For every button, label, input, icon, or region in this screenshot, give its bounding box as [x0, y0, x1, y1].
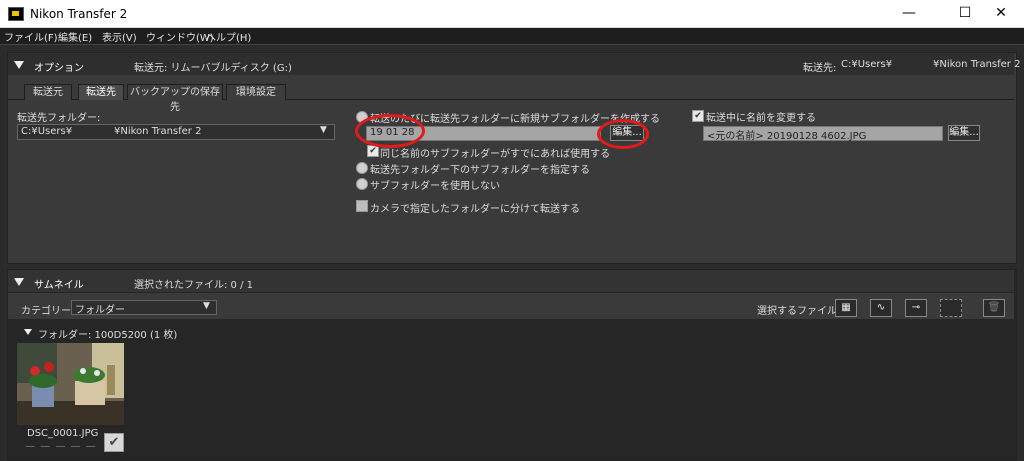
highlight-circle-edit: [597, 119, 649, 149]
folder-label: フォルダー: 100D5200 (1 枚): [38, 330, 178, 341]
select-files-label: 選択するファイル:: [757, 306, 841, 317]
select-all-icon[interactable]: ▦: [835, 299, 857, 317]
category-value: フォルダー: [75, 305, 125, 316]
select-protected-icon[interactable]: ⊸: [905, 299, 927, 317]
selected-files-count: 選択されたファイル: 0 / 1: [134, 280, 253, 291]
tab-preferences[interactable]: 環境設定: [226, 84, 286, 100]
photo-plants-icon: [17, 343, 124, 425]
window-title: Nikon Transfer 2: [30, 7, 128, 21]
same-name-label: 同じ名前のサブフォルダーがすでにあれば使用する: [380, 149, 611, 160]
source-info: 転送元: リムーバブルディスク (G:): [134, 63, 292, 74]
menu-view[interactable]: 表示(V): [102, 29, 137, 44]
trash-icon[interactable]: 🗑: [983, 299, 1005, 317]
tab-backup[interactable]: バックアップの保存先: [127, 84, 223, 113]
deselect-icon[interactable]: [940, 299, 962, 317]
collapse-triangle-icon[interactable]: [14, 61, 24, 69]
menu-file[interactable]: ファイル(F): [4, 29, 58, 44]
thumbnails-title: サムネイル: [34, 280, 84, 291]
radio-specify-subfolder-label: 転送先フォルダー下のサブフォルダーを指定する: [370, 165, 590, 176]
menu-window[interactable]: ウィンドウ(W): [146, 29, 214, 44]
title-bar: Nikon Transfer 2 — ☐ ✕: [0, 0, 1024, 28]
dest-info-label: 転送先:: [803, 63, 837, 74]
menu-bar: ファイル(F) 編集(E) 表示(V) ウィンドウ(W) ヘルプ(H): [0, 28, 1024, 45]
close-button[interactable]: ✕: [978, 0, 1024, 27]
radio-specify-subfolder[interactable]: [356, 162, 368, 174]
menu-edit[interactable]: 編集(E): [58, 29, 92, 44]
dest-folder-label: 転送先フォルダー:: [17, 113, 101, 124]
rename-edit-button[interactable]: 編集...: [948, 125, 980, 141]
chevron-down-icon: ▼: [320, 125, 327, 135]
rename-checkbox[interactable]: ✔: [692, 110, 704, 122]
dest-info-user: C:¥Users¥: [841, 59, 893, 70]
thumbnail-image[interactable]: [17, 343, 124, 425]
thumbnail-select-checkbox[interactable]: ✔: [104, 433, 124, 452]
dest-folder-name: ¥Nikon Transfer 2: [114, 126, 202, 137]
dest-folder-user: C:¥Users¥: [21, 126, 73, 137]
thumbnails-collapse-icon[interactable]: [14, 278, 24, 286]
folder-expand-icon[interactable]: [24, 329, 32, 335]
rename-label: 転送中に名前を変更する: [706, 113, 816, 124]
select-new-icon[interactable]: ∿: [870, 299, 892, 317]
options-title: オプション: [34, 63, 84, 74]
category-label: カテゴリー:: [21, 306, 75, 317]
tab-destination[interactable]: 転送先: [78, 84, 124, 100]
minimize-button[interactable]: —: [886, 0, 932, 27]
rename-field[interactable]: <元の名前> 20190128 4602.JPG: [703, 126, 943, 142]
app-icon: [8, 7, 24, 21]
dest-folder-dropdown[interactable]: C:¥Users¥ ¥Nikon Transfer 2 ▼: [17, 124, 335, 140]
tab-source[interactable]: 転送元: [24, 84, 72, 100]
split-camera-checkbox[interactable]: [356, 200, 368, 212]
radio-no-subfolder-label: サブフォルダーを使用しない: [370, 181, 500, 192]
menu-help[interactable]: ヘルプ(H): [206, 29, 251, 44]
category-dropdown[interactable]: フォルダー ▼: [71, 300, 217, 316]
dest-info-folder: ¥Nikon Transfer 2: [933, 59, 1021, 70]
rename-value: <元の名前> 20190128 4602.JPG: [707, 131, 867, 142]
radio-no-subfolder[interactable]: [356, 178, 368, 190]
highlight-circle-subfolder: [355, 114, 425, 148]
thumbnail-filename: DSC_0001.JPG: [27, 428, 99, 439]
split-camera-label: カメラで指定したフォルダーに分けて転送する: [370, 204, 580, 215]
chevron-down-icon: ▼: [203, 301, 210, 311]
thumbnail-rating[interactable]: — — — — —: [25, 441, 97, 452]
